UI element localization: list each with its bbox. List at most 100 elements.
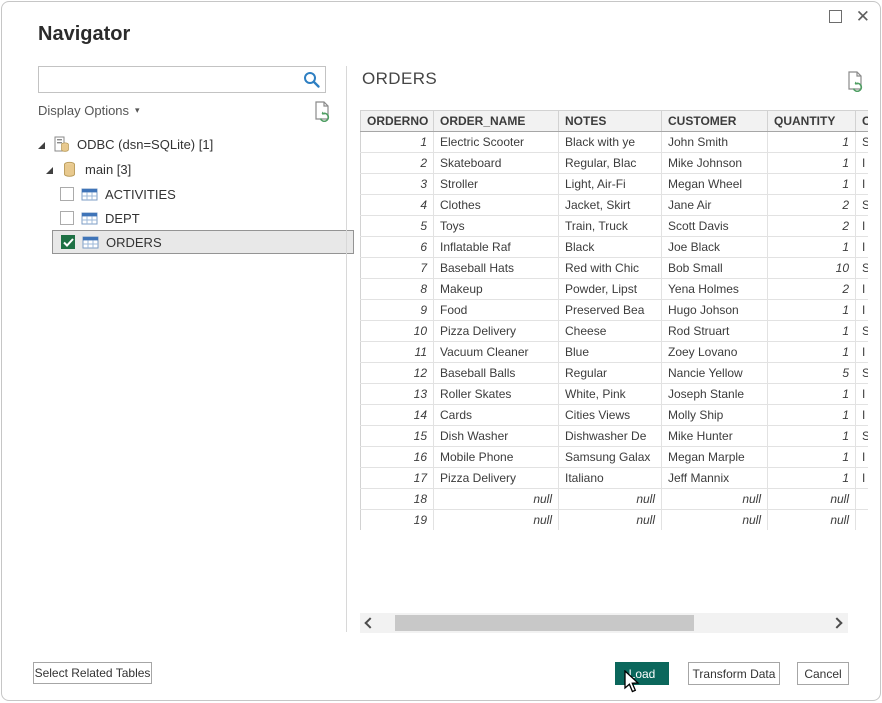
- refresh-preview-icon[interactable]: [845, 70, 865, 92]
- cell-qty: 10: [768, 258, 856, 279]
- cell-extra: S: [856, 363, 869, 384]
- cell-name: Baseball Hats: [434, 258, 559, 279]
- cell-extra: I: [856, 174, 869, 195]
- table-row: 3StrollerLight, Air-FiMegan Wheel1I: [361, 174, 869, 195]
- checkbox-unchecked[interactable]: [60, 211, 74, 225]
- cell-notes: Light, Air-Fi: [559, 174, 662, 195]
- cell-customer: Megan Marple: [662, 447, 768, 468]
- tree-item-odbc-dsn-sqlite-1[interactable]: ODBC (dsn=SQLite) [1]: [32, 132, 354, 157]
- cancel-button[interactable]: Cancel: [797, 662, 849, 685]
- table-row: 11Vacuum CleanerBlueZoey Lovano1I: [361, 342, 869, 363]
- table-row: 9FoodPreserved BeaHugo Johson1I: [361, 300, 869, 321]
- cell-extra: I: [856, 384, 869, 405]
- cell-extra: I: [856, 237, 869, 258]
- cell-name: Pizza Delivery: [434, 468, 559, 489]
- cell-customer: Joseph Stanle: [662, 384, 768, 405]
- cell-notes: Preserved Bea: [559, 300, 662, 321]
- cell-customer: null: [662, 510, 768, 531]
- select-related-tables-button[interactable]: Select Related Tables: [33, 662, 152, 684]
- tree-item-dept[interactable]: DEPT: [52, 206, 354, 230]
- cell-customer: Nancie Yellow: [662, 363, 768, 384]
- cell-customer: Jane Air: [662, 195, 768, 216]
- table-row: 15Dish WasherDishwasher DeMike Hunter1S: [361, 426, 869, 447]
- data-preview-table: ORDERNOORDER_NAMENOTESCUSTOMERQUANTITYC …: [360, 110, 868, 530]
- scroll-left-icon[interactable]: [360, 614, 378, 632]
- cell-no: 5: [361, 216, 434, 237]
- cell-name: Roller Skates: [434, 384, 559, 405]
- table-row: 5ToysTrain, TruckScott Davis2I: [361, 216, 869, 237]
- cell-customer: Hugo Johson: [662, 300, 768, 321]
- cell-notes: White, Pink: [559, 384, 662, 405]
- cell-customer: Molly Ship: [662, 405, 768, 426]
- cell-no: 4: [361, 195, 434, 216]
- checkbox-unchecked[interactable]: [60, 187, 74, 201]
- cell-no: 9: [361, 300, 434, 321]
- cell-notes: null: [559, 510, 662, 531]
- cell-name: null: [434, 489, 559, 510]
- transform-data-button[interactable]: Transform Data: [688, 662, 780, 685]
- tree-item-activities[interactable]: ACTIVITIES: [52, 182, 354, 206]
- cell-qty: 1: [768, 342, 856, 363]
- cell-name: null: [434, 510, 559, 531]
- table-row: 13Roller SkatesWhite, PinkJoseph Stanle1…: [361, 384, 869, 405]
- close-icon[interactable]: ✕: [856, 8, 870, 25]
- table-icon: [81, 210, 98, 227]
- cell-extra: I: [856, 300, 869, 321]
- cell-extra: I: [856, 216, 869, 237]
- cell-qty: 1: [768, 426, 856, 447]
- cell-extra: I: [856, 405, 869, 426]
- tree-item-label: main [3]: [85, 162, 131, 177]
- maximize-icon[interactable]: [829, 10, 842, 23]
- tree-item-label: ORDERS: [106, 235, 162, 250]
- cell-notes: null: [559, 489, 662, 510]
- cell-no: 8: [361, 279, 434, 300]
- load-button[interactable]: Load: [615, 662, 669, 685]
- cell-no: 11: [361, 342, 434, 363]
- horizontal-scrollbar[interactable]: [360, 613, 848, 633]
- cell-extra: I: [856, 447, 869, 468]
- table-row: 19nullnullnullnull: [361, 510, 869, 531]
- column-header-order_name: ORDER_NAME: [434, 111, 559, 132]
- table-icon: [81, 186, 98, 203]
- display-options[interactable]: Display Options▾: [38, 102, 330, 124]
- table-row: 6Inflatable RafBlackJoe Black1I: [361, 237, 869, 258]
- tree-item-label: ACTIVITIES: [105, 187, 176, 202]
- scroll-right-icon[interactable]: [830, 614, 848, 632]
- cell-customer: Scott Davis: [662, 216, 768, 237]
- checkbox-checked[interactable]: [61, 235, 75, 249]
- cell-customer: Joe Black: [662, 237, 768, 258]
- cell-name: Food: [434, 300, 559, 321]
- search-icon[interactable]: [301, 69, 323, 91]
- table-row: 16Mobile PhoneSamsung GalaxMegan Marple1…: [361, 447, 869, 468]
- table-row: 12Baseball BallsRegularNancie Yellow5S: [361, 363, 869, 384]
- cell-name: Vacuum Cleaner: [434, 342, 559, 363]
- table-row: 18nullnullnullnull: [361, 489, 869, 510]
- cell-notes: Dishwasher De: [559, 426, 662, 447]
- cell-extra: S: [856, 321, 869, 342]
- cell-name: Pizza Delivery: [434, 321, 559, 342]
- cell-name: Cards: [434, 405, 559, 426]
- cell-qty: 2: [768, 195, 856, 216]
- column-header-orderno: ORDERNO: [361, 111, 434, 132]
- cell-extra: [856, 510, 869, 531]
- cell-notes: Black with ye: [559, 132, 662, 153]
- cell-notes: Regular: [559, 363, 662, 384]
- scrollbar-thumb[interactable]: [395, 615, 694, 631]
- cell-name: Electric Scooter: [434, 132, 559, 153]
- cell-no: 14: [361, 405, 434, 426]
- cell-qty: null: [768, 489, 856, 510]
- cell-customer: Zoey Lovano: [662, 342, 768, 363]
- cell-customer: Megan Wheel: [662, 174, 768, 195]
- cell-notes: Powder, Lipst: [559, 279, 662, 300]
- table-icon: [82, 234, 99, 251]
- cell-qty: 1: [768, 132, 856, 153]
- tree-item-orders[interactable]: ORDERS: [52, 230, 354, 254]
- search-input[interactable]: [39, 67, 301, 92]
- tree-item-main-3[interactable]: main [3]: [32, 157, 354, 182]
- cell-no: 10: [361, 321, 434, 342]
- cell-qty: 1: [768, 174, 856, 195]
- refresh-preview-icon[interactable]: [312, 100, 332, 122]
- cell-customer: Mike Johnson: [662, 153, 768, 174]
- cell-name: Dish Washer: [434, 426, 559, 447]
- cell-customer: Rod Struart: [662, 321, 768, 342]
